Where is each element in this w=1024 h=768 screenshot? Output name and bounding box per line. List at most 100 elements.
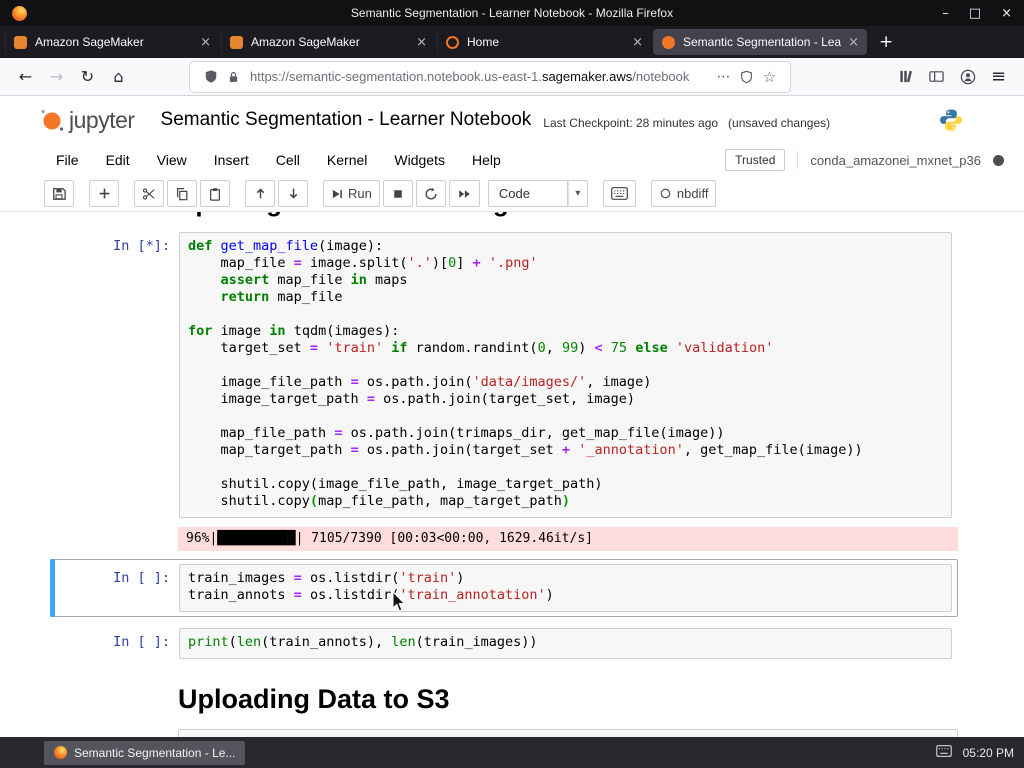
code-token: os.path.join( [358, 374, 473, 390]
code-editor[interactable]: train_images = os.listdir('train') train_… [179, 564, 952, 612]
cell-prompt: In [*]: [113, 238, 170, 254]
code-token: image [212, 323, 270, 339]
floppy-icon [53, 187, 66, 200]
restart-kernel-button[interactable] [415, 180, 446, 207]
restart-run-all-button[interactable] [448, 180, 480, 207]
jupyter-logo-text: jupyter [69, 106, 135, 133]
menu-widgets[interactable]: Widgets [394, 152, 445, 168]
markdown-cell[interactable]: Uploading Data to S3 [178, 684, 958, 715]
code-cell[interactable]: In [ ]: print(len(train_annots), len(tra… [50, 623, 958, 664]
menu-view[interactable]: View [157, 152, 187, 168]
menu-insert[interactable]: Insert [214, 152, 249, 168]
move-cell-down-button[interactable] [278, 180, 308, 207]
library-icon[interactable] [890, 63, 921, 91]
partial-code-cell[interactable] [178, 729, 958, 737]
divider [797, 151, 799, 169]
url-bar[interactable]: https://semantic-segmentation.notebook.u… [190, 61, 790, 92]
arrow-down-icon [289, 188, 297, 199]
code-line: image_target_path = os.path.join(target_… [188, 391, 943, 408]
python-logo-icon [938, 107, 964, 133]
code-cell-selected[interactable]: In [ ]: train_images = os.listdir('train… [50, 559, 958, 617]
code-token: random.randint( [407, 340, 538, 356]
minimize-button[interactable]: – [942, 6, 949, 21]
taskbar-window-button[interactable]: Semantic Segmentation - Le... [44, 740, 246, 765]
code-token: shutil.copy(image_file_path, image_targe… [188, 476, 603, 492]
code-token: = [309, 340, 319, 356]
forward-button[interactable]: → [41, 63, 72, 91]
code-token: target_set [188, 340, 310, 356]
menu-button[interactable]: ≡ [983, 63, 1014, 91]
firefox-icon [54, 746, 67, 759]
new-tab-button[interactable]: + [868, 32, 904, 52]
plus-icon [99, 188, 109, 199]
browser-tab[interactable]: Semantic Segmentation - Lea × [653, 29, 867, 55]
tab-close-icon[interactable]: × [632, 35, 643, 50]
run-icon [332, 189, 342, 198]
code-editor[interactable]: def get_map_file(image): map_file = imag… [179, 232, 952, 518]
code-token: return [220, 289, 270, 305]
clock[interactable]: 05:20 PM [963, 746, 1014, 760]
url-text[interactable]: https://semantic-segmentation.notebook.u… [250, 69, 712, 84]
keyboard-layout-icon[interactable] [935, 745, 952, 760]
code-token: map_file_path, map_target_path [318, 493, 562, 509]
code-token: 'validation' [675, 340, 774, 356]
menu-cell[interactable]: Cell [276, 152, 300, 168]
code-token: 'data/images/' [472, 374, 587, 390]
bookmark-star-icon[interactable]: ☆ [758, 68, 781, 86]
tab-close-icon[interactable]: × [848, 35, 859, 50]
home-button[interactable]: ⌂ [103, 63, 134, 91]
reload-button[interactable]: ↻ [72, 63, 103, 91]
cut-cell-button[interactable] [134, 180, 164, 207]
code-line: return map_file [188, 289, 943, 306]
code-editor[interactable]: print(len(train_annots), len(train_image… [179, 628, 952, 659]
code-line: target_set = 'train' if random.randint(0… [188, 340, 943, 357]
lock-icon[interactable] [222, 70, 245, 84]
menu-file[interactable]: File [56, 152, 79, 168]
tab-close-icon[interactable]: × [416, 35, 427, 50]
back-button[interactable]: ← [10, 63, 41, 91]
code-token: train_images [188, 570, 294, 586]
menu-help[interactable]: Help [472, 152, 501, 168]
account-icon[interactable] [952, 63, 983, 91]
page-actions-icon[interactable]: ⋯ [712, 69, 735, 85]
sidebar-icon[interactable] [921, 63, 952, 91]
code-cell-running[interactable]: In [*]: def get_map_file(image): map_fil… [50, 227, 958, 523]
browser-tab[interactable]: Amazon SageMaker × [221, 29, 435, 55]
code-token: os.listdir( [301, 570, 400, 586]
browser-tab[interactable]: Home × [437, 29, 651, 55]
trusted-badge[interactable]: Trusted [725, 149, 786, 171]
run-button[interactable]: Run [323, 180, 380, 207]
code-token: train_annots [188, 587, 294, 603]
save-button[interactable] [44, 180, 74, 207]
menu-kernel[interactable]: Kernel [327, 152, 367, 168]
nbdiff-button[interactable]: nbdiff [650, 180, 717, 207]
code-token: maps [366, 272, 408, 288]
output-prompt-spacer [55, 527, 178, 551]
tab-close-icon[interactable]: × [200, 35, 211, 50]
close-button[interactable]: × [1001, 6, 1012, 21]
save-to-pocket-icon[interactable] [735, 70, 758, 84]
cell-type-select[interactable]: Code ▾ [487, 180, 588, 207]
notebook-toolbar: Run Code ▾ nbdiff [0, 176, 1024, 212]
code-token: len [236, 634, 262, 650]
interrupt-kernel-button[interactable] [382, 180, 413, 207]
checkpoint-status: Last Checkpoint: 28 minutes ago [543, 116, 719, 130]
section-heading: Uploading Data to S3 [178, 684, 450, 714]
tracking-protection-shield-icon[interactable] [199, 69, 222, 84]
insert-cell-button[interactable] [89, 180, 119, 207]
move-cell-up-button[interactable] [245, 180, 275, 207]
menu-edit[interactable]: Edit [106, 152, 130, 168]
notebook-title[interactable]: Semantic Segmentation - Learner Notebook [161, 109, 532, 131]
copy-cell-button[interactable] [167, 180, 197, 207]
maximize-button[interactable]: □ [969, 6, 981, 21]
command-palette-button[interactable] [602, 180, 636, 207]
paste-cell-button[interactable] [200, 180, 230, 207]
code-token: ] [456, 255, 473, 271]
browser-tab[interactable]: Amazon SageMaker × [5, 29, 219, 55]
jupyter-logo[interactable]: jupyter [38, 106, 135, 134]
code-token: 'train' [399, 570, 457, 586]
screen: Semantic Segmentation - Learner Notebook… [0, 0, 1024, 768]
